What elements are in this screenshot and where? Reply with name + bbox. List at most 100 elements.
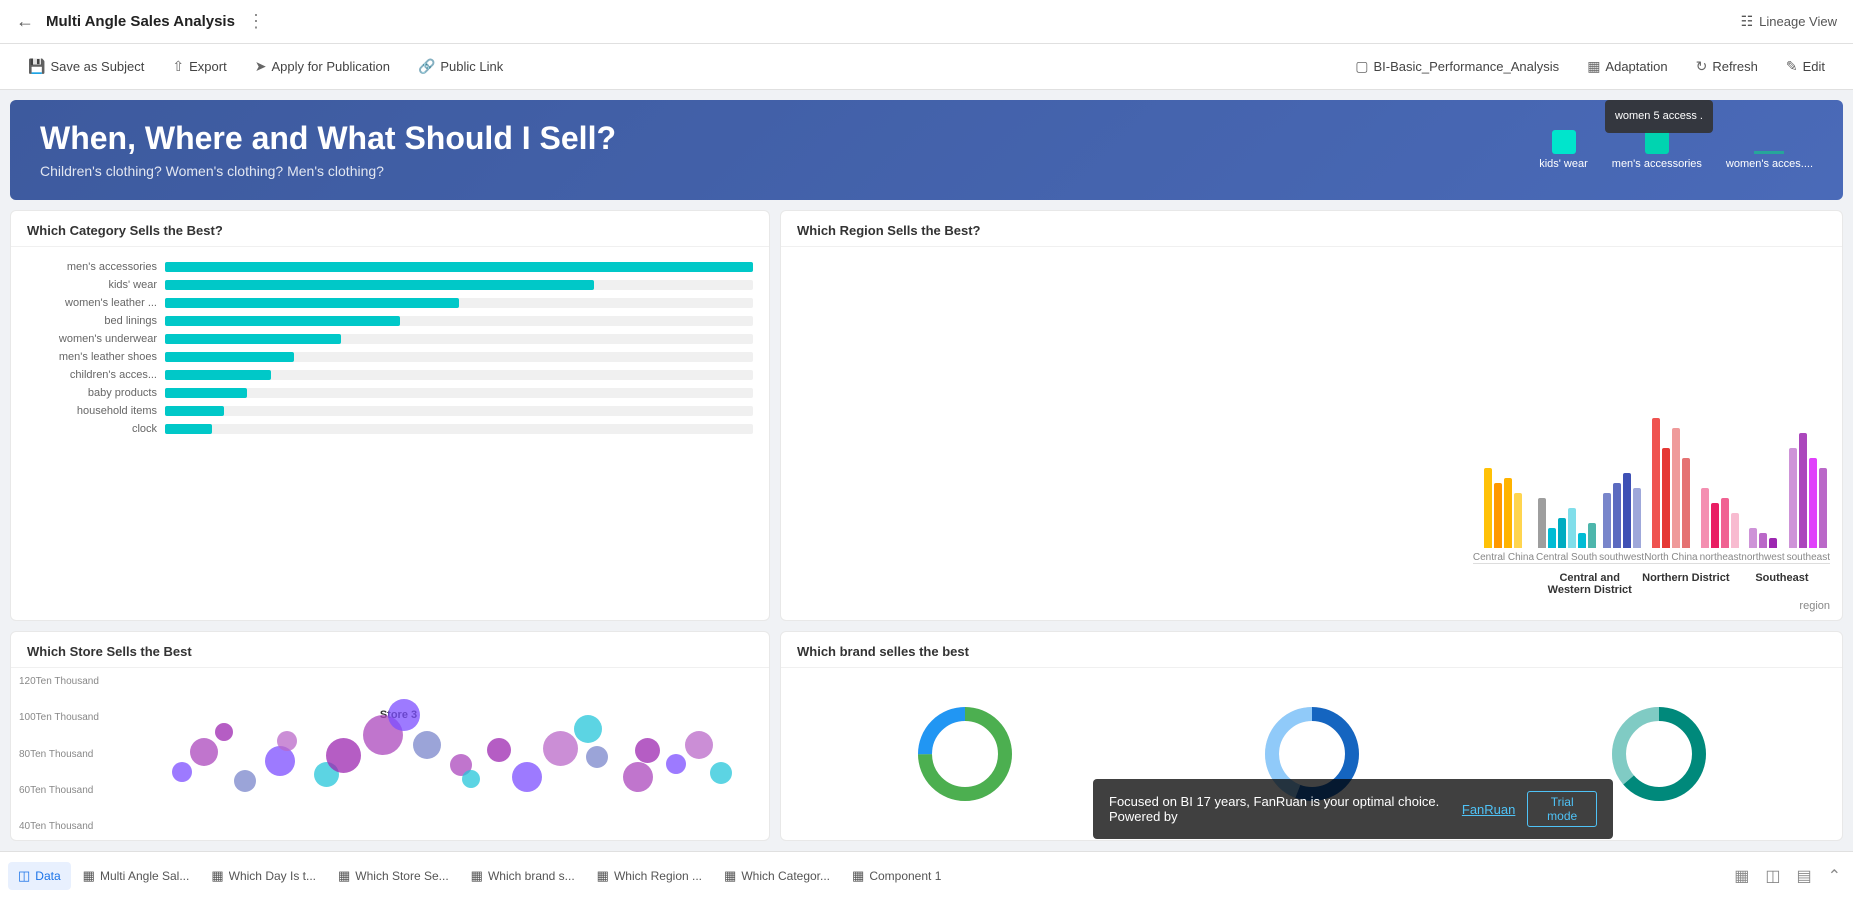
hbar-label: kids' wear — [27, 279, 157, 291]
hbar-fill — [165, 316, 400, 326]
tab-which-category-icon: ▦ — [724, 868, 736, 884]
hbar-fill — [165, 334, 341, 344]
bi-analysis-button[interactable]: ▢ BI-Basic_Performance_Analysis — [1343, 52, 1571, 81]
top-bar-left: ← Multi Angle Sales Analysis ⋮ — [16, 11, 265, 32]
lineage-icon: ☷ — [1741, 13, 1754, 30]
bar-item — [1672, 428, 1680, 548]
main-content: When, Where and What Should I Sell? Chil… — [0, 90, 1853, 851]
tab-grid-icon[interactable]: ◫ — [1761, 862, 1784, 890]
category-bar-row: kids' wear — [27, 279, 753, 291]
adaptation-button[interactable]: ▦ Adaptation — [1575, 52, 1679, 81]
category-bar-row: men's accessories — [27, 261, 753, 273]
bar-cluster — [1749, 408, 1777, 548]
store-chart-title: Which Store Sells the Best — [11, 632, 769, 668]
tab-chevron-up-icon[interactable]: ⌃ — [1824, 862, 1845, 890]
public-link-button[interactable]: 🔗 Public Link — [406, 52, 515, 81]
y-label-60: 60Ten Thousand — [19, 785, 99, 796]
bubble — [666, 754, 686, 774]
tab-which-region-icon: ▦ — [597, 868, 609, 884]
bubble — [586, 746, 608, 768]
edit-button[interactable]: ✎ Edit — [1774, 52, 1837, 81]
hbar-label: household items — [27, 405, 157, 417]
hbar-fill — [165, 388, 247, 398]
public-link-label: Public Link — [440, 59, 503, 74]
back-icon[interactable]: ← — [16, 11, 34, 32]
tab-layout-icon[interactable]: ▤ — [1792, 862, 1815, 890]
bar-cluster — [1701, 408, 1739, 548]
hbar-track — [165, 424, 753, 434]
tab-which-category-label: Which Categor... — [741, 869, 830, 883]
legend-kids-wear-label: kids' wear — [1539, 158, 1588, 170]
bar-item — [1623, 473, 1631, 548]
tab-which-category[interactable]: ▦ Which Categor... — [714, 862, 840, 890]
region-section-label: Southeast — [1734, 572, 1830, 596]
tab-which-day[interactable]: ▦ Which Day Is t... — [201, 862, 326, 890]
bar-item — [1613, 483, 1621, 548]
bar-item — [1568, 508, 1576, 548]
tab-which-region[interactable]: ▦ Which Region ... — [587, 862, 712, 890]
banner-subtitle: Children's clothing? Women's clothing? M… — [40, 163, 616, 179]
bar-item — [1588, 523, 1596, 548]
bubble — [413, 731, 441, 759]
region-groups-row: northwestsoutheast — [1741, 408, 1830, 563]
bi-overlay-link[interactable]: FanRuan — [1462, 802, 1515, 817]
export-button[interactable]: ⇧ Export — [160, 52, 238, 81]
region-group: North China — [1644, 408, 1697, 563]
bar-item — [1504, 478, 1512, 548]
hbar-track — [165, 370, 753, 380]
export-label: Export — [189, 59, 227, 74]
hbar-fill — [165, 262, 753, 272]
charts-grid: Which Category Sells the Best? men's acc… — [10, 210, 1843, 621]
lineage-label: Lineage View — [1759, 14, 1837, 29]
bar-item — [1731, 513, 1739, 548]
banner-legend: kids' wear men's accessories women's acc… — [1539, 130, 1813, 170]
hbar-track — [165, 334, 753, 344]
tab-which-store-icon: ▦ — [338, 868, 350, 884]
toolbar: 💾 Save as Subject ⇧ Export ➤ Apply for P… — [0, 44, 1853, 90]
hbar-track — [165, 262, 753, 272]
apply-publication-button[interactable]: ➤ Apply for Publication — [243, 52, 402, 81]
bar-item — [1538, 498, 1546, 548]
legend-mens-accessories-label: men's accessories — [1612, 158, 1702, 170]
bi-label: BI-Basic_Performance_Analysis — [1373, 59, 1559, 74]
tab-multi-angle-label: Multi Angle Sal... — [100, 869, 189, 883]
donut-3 — [1604, 699, 1714, 809]
y-label-100: 100Ten Thousand — [19, 712, 99, 723]
bubble — [623, 762, 653, 792]
category-bar-row: household items — [27, 405, 753, 417]
apply-icon: ➤ — [255, 58, 267, 75]
refresh-button[interactable]: ↻ Refresh — [1684, 52, 1770, 81]
tooltip-text: women 5 access . — [1615, 110, 1703, 122]
bubble — [487, 738, 511, 762]
bubble-area: Store 3 — [141, 676, 759, 832]
region-group: Central China — [1473, 408, 1534, 563]
category-chart-body: men's accessories kids' wear women's lea… — [11, 247, 769, 620]
save-subject-button[interactable]: 💾 Save as Subject — [16, 52, 156, 81]
bi-overlay: Focused on BI 17 years, FanRuan is your … — [1093, 779, 1613, 839]
category-bar-row: men's leather shoes — [27, 351, 753, 363]
tab-multi-angle[interactable]: ▦ Multi Angle Sal... — [73, 862, 200, 890]
tab-component1[interactable]: ▦ Component 1 — [842, 862, 951, 890]
bar-item — [1711, 503, 1719, 548]
bottom-tabs: ◫ Data ▦ Multi Angle Sal... ▦ Which Day … — [0, 851, 1853, 899]
banner-text: When, Where and What Should I Sell? Chil… — [40, 120, 616, 179]
category-bar-row: children's acces... — [27, 369, 753, 381]
legend-mens-accessories: men's accessories — [1612, 130, 1702, 170]
trial-mode-button[interactable]: Trial mode — [1527, 791, 1597, 827]
tab-which-store[interactable]: ▦ Which Store Se... — [328, 862, 459, 890]
y-axis: 120Ten Thousand 100Ten Thousand 80Ten Th… — [19, 676, 99, 832]
hbar-fill — [165, 352, 294, 362]
bubble — [710, 762, 732, 784]
lineage-view-button[interactable]: ☷ Lineage View — [1741, 13, 1837, 30]
page-title: Multi Angle Sales Analysis — [46, 13, 235, 30]
tab-data[interactable]: ◫ Data — [8, 862, 71, 890]
tab-chart-icon[interactable]: ▦ — [1730, 862, 1753, 890]
tab-which-brand[interactable]: ▦ Which brand s... — [461, 862, 585, 890]
hbar-track — [165, 406, 753, 416]
category-chart-card: Which Category Sells the Best? men's acc… — [10, 210, 770, 621]
region-group-label: northeast — [1700, 552, 1742, 563]
bar-item — [1652, 418, 1660, 548]
more-icon[interactable]: ⋮ — [247, 11, 265, 32]
hbar-label: women's underwear — [27, 333, 157, 345]
hbar-track — [165, 388, 753, 398]
